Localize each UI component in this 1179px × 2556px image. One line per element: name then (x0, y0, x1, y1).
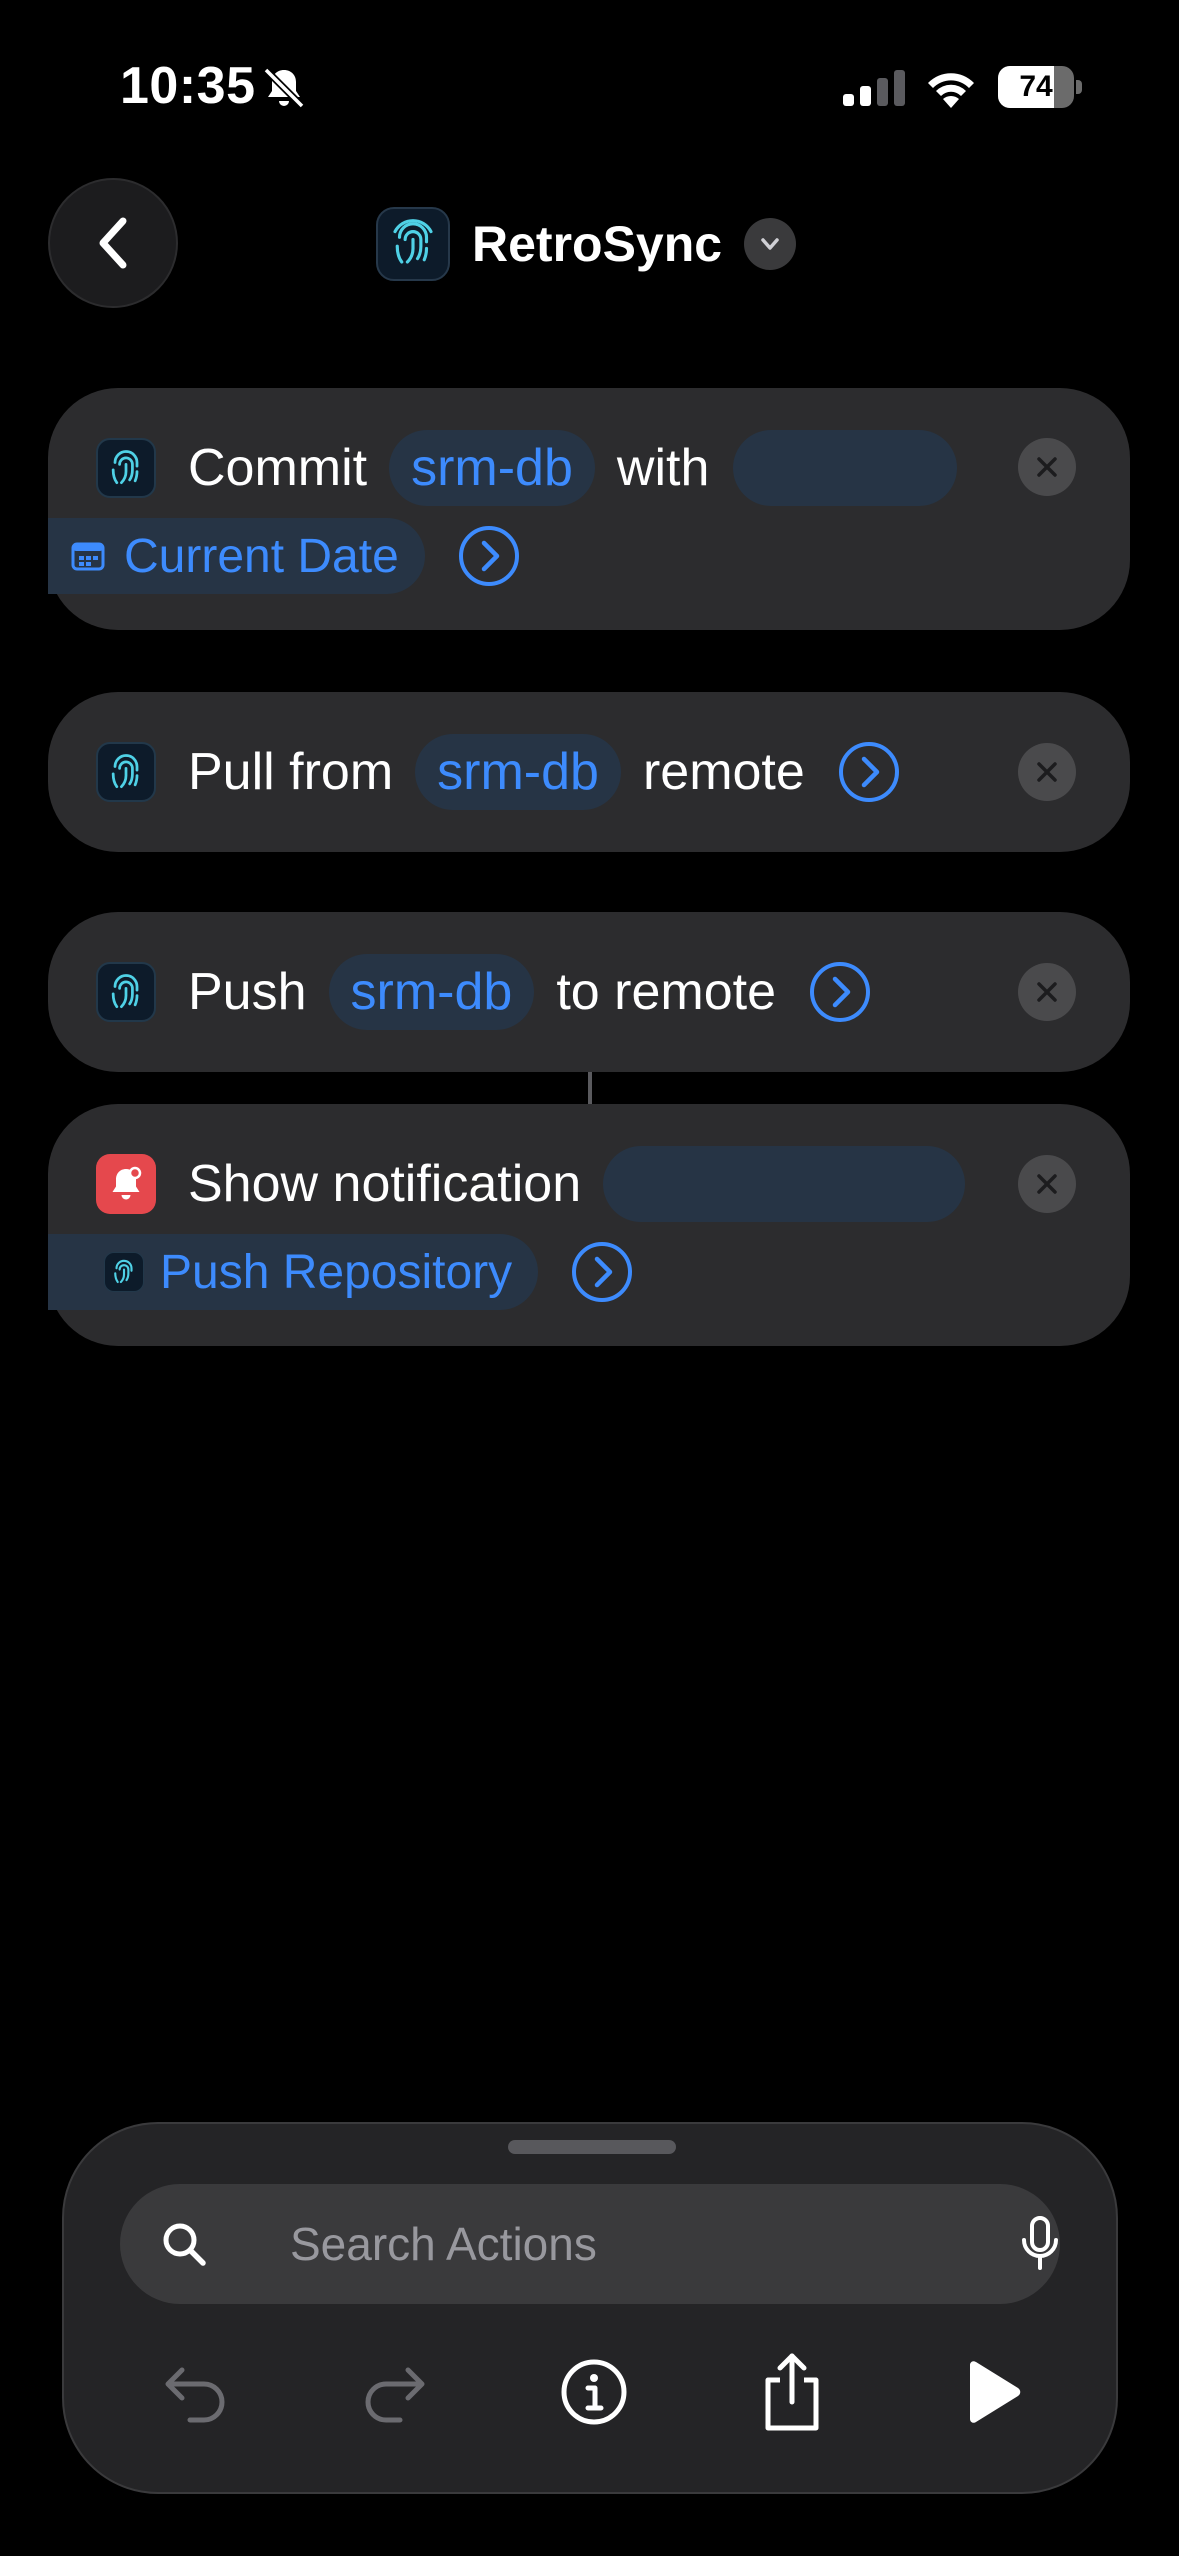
status-bar: 10:35 74 (0, 0, 1179, 170)
sheet-grabber[interactable] (508, 2140, 676, 2154)
repo-token[interactable]: srm-db (415, 734, 621, 810)
action-row: Push srm-db to remote (96, 952, 872, 1032)
action-verb: Show notification (188, 1155, 582, 1213)
wifi-icon (928, 73, 974, 108)
redo-icon (365, 2367, 425, 2423)
search-placeholder: Search Actions (290, 2218, 597, 2270)
run-shortcut-button[interactable] (952, 2352, 1032, 2432)
action-row: Show notification (96, 1144, 966, 1224)
push-repository-variable[interactable]: Push Repository (48, 1234, 539, 1310)
close-icon (1037, 1174, 1057, 1194)
action-row-2: Current Date (48, 516, 521, 596)
notification-body-parameter[interactable] (603, 1146, 966, 1222)
remove-action-button[interactable] (1018, 438, 1076, 496)
chevron-down-icon[interactable] (744, 218, 797, 270)
battery-level: 74 (1019, 70, 1053, 103)
battery-body: 74 (998, 66, 1074, 108)
notification-bell-icon (96, 1154, 156, 1214)
current-date-variable[interactable]: Current Date (48, 518, 425, 594)
fingerprint-icon (376, 207, 450, 281)
calendar-icon (68, 536, 108, 576)
expand-chevron-icon[interactable] (457, 524, 521, 588)
remove-action-button[interactable] (1018, 743, 1076, 801)
remove-action-button[interactable] (1018, 963, 1076, 1021)
share-icon (765, 2353, 819, 2431)
close-icon (1037, 762, 1057, 782)
chevron-left-icon (99, 217, 127, 269)
undo-button[interactable] (156, 2352, 236, 2432)
search-icon (163, 2223, 206, 2266)
play-icon (970, 2361, 1021, 2423)
message-parameter[interactable] (733, 430, 958, 506)
shortcut-title-menu[interactable]: RetroSync (376, 206, 797, 282)
action-row: Commit srm-db with (96, 428, 958, 508)
action-card-show-notification[interactable]: Show notification Push Repository (48, 1104, 1130, 1346)
action-row-2: Push Repository (48, 1232, 634, 1312)
info-icon (561, 2359, 627, 2425)
variable-label: Current Date (124, 529, 399, 583)
expand-chevron-icon[interactable] (570, 1240, 634, 1304)
undo-icon (165, 2367, 225, 2423)
action-verb: Commit (188, 439, 368, 497)
battery-cap (1076, 80, 1082, 94)
action-connector: to remote (556, 963, 776, 1021)
expand-chevron-icon[interactable] (808, 960, 872, 1024)
action-card-push[interactable]: Push srm-db to remote (48, 912, 1130, 1072)
action-card-commit[interactable]: Commit srm-db with Current Date (48, 388, 1130, 630)
share-button[interactable] (752, 2352, 832, 2432)
action-verb: Push (188, 963, 307, 1021)
expand-chevron-icon[interactable] (837, 740, 901, 804)
action-row: Pull from srm-db remote (96, 732, 901, 812)
close-icon (1037, 457, 1057, 477)
variable-label: Push Repository (160, 1245, 513, 1299)
shortcut-editor: 10:35 74 RetroSync Commit srm-db with Cu… (0, 0, 1179, 2556)
back-button[interactable] (48, 178, 178, 308)
action-connector-line (588, 1072, 592, 1104)
action-connector: remote (642, 743, 805, 801)
redo-button[interactable] (354, 2352, 434, 2432)
actions-bottom-sheet: Search Actions (62, 2122, 1118, 2494)
page-title: RetroSync (472, 216, 723, 272)
fingerprint-icon (96, 962, 156, 1022)
action-verb: Pull from (188, 743, 394, 801)
fingerprint-icon (96, 742, 156, 802)
fingerprint-icon (104, 1252, 144, 1292)
repo-token[interactable]: srm-db (389, 430, 595, 506)
info-button[interactable] (554, 2352, 634, 2432)
microphone-icon[interactable] (1020, 2216, 1060, 2272)
battery-indicator: 74 (998, 66, 1082, 108)
repo-token[interactable]: srm-db (328, 954, 535, 1030)
status-time: 10:35 (120, 57, 256, 115)
search-actions-field[interactable]: Search Actions (120, 2184, 1060, 2304)
bell-slash-icon (263, 67, 305, 109)
remove-action-button[interactable] (1018, 1155, 1076, 1213)
action-card-pull[interactable]: Pull from srm-db remote (48, 692, 1130, 852)
action-connector: with (616, 439, 710, 497)
cellular-signal-icon (843, 70, 905, 106)
close-icon (1037, 982, 1057, 1002)
fingerprint-icon (96, 438, 156, 498)
